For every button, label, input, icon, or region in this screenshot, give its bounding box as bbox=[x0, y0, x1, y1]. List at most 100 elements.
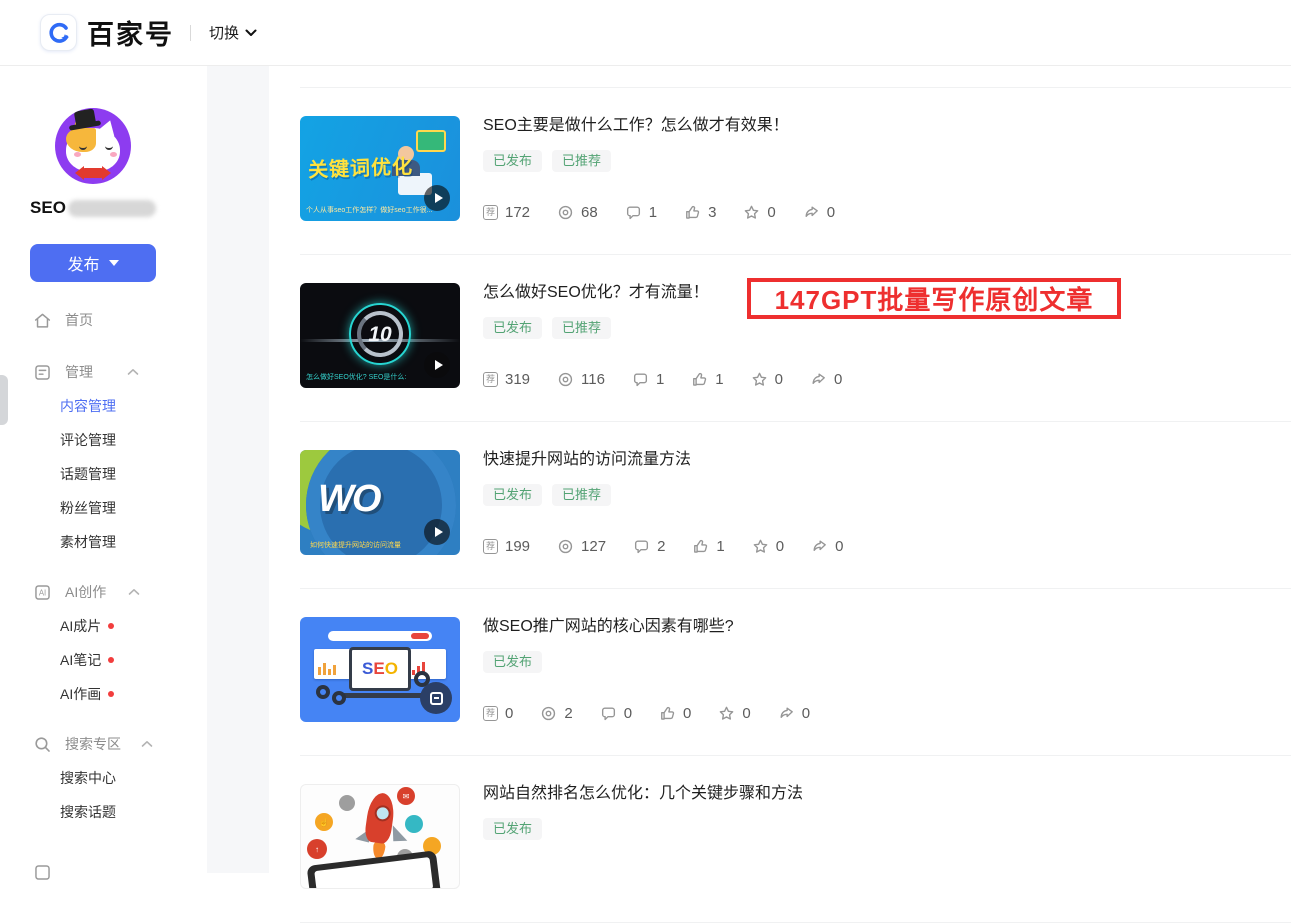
status-badge-published: 已发布 bbox=[483, 818, 542, 840]
menu-section-search: 搜索专区 搜索中心 搜索话题 bbox=[0, 732, 207, 824]
stat-favorites: 0 bbox=[718, 705, 750, 722]
share-icon bbox=[778, 705, 795, 722]
section-label: AI创作 bbox=[65, 582, 106, 602]
article-info: 快速提升网站的访问流量方法 已发布 已推荐 荐 199 127 2 bbox=[483, 450, 1291, 555]
switch-account-button[interactable]: 切换 bbox=[209, 22, 257, 43]
stat-value: 1 bbox=[715, 371, 723, 388]
stat-favorites: 0 bbox=[751, 371, 783, 388]
chevron-up-icon bbox=[141, 740, 153, 748]
avatar-bow-tie bbox=[83, 168, 103, 178]
status-badge-published: 已发布 bbox=[483, 317, 542, 339]
share-icon bbox=[810, 371, 827, 388]
baijiahao-logo-icon bbox=[40, 14, 77, 51]
chevron-up-icon bbox=[127, 368, 139, 376]
sidebar-item-fans-manage[interactable]: 粉丝管理 bbox=[0, 496, 207, 520]
status-badge-published: 已发布 bbox=[483, 651, 542, 673]
stat-shares: 0 bbox=[803, 204, 835, 221]
stat-views: 116 bbox=[557, 371, 605, 388]
stat-value: 116 bbox=[581, 371, 605, 388]
sidebar-item-ai-note[interactable]: AI笔记 bbox=[0, 648, 207, 672]
article-row: ☝ ↑ ✉ 网站自然排名怎么优化：几个关键步骤和方法 已发布 bbox=[300, 756, 1291, 923]
sidebar-item-content-manage[interactable]: 内容管理 bbox=[0, 394, 207, 418]
sidebar-item-topic-manage[interactable]: 话题管理 bbox=[0, 462, 207, 486]
new-badge-dot bbox=[108, 691, 114, 697]
article-thumbnail-video[interactable]: WO 如何快速提升网站的访问流量 bbox=[300, 450, 460, 555]
svg-text:AI: AI bbox=[39, 588, 46, 597]
thumb-rocket bbox=[364, 791, 397, 844]
chevron-up-icon bbox=[128, 588, 140, 596]
star-icon bbox=[752, 538, 769, 555]
eye-icon bbox=[557, 204, 574, 221]
article-thumbnail-video[interactable]: 10 怎么做好SEO优化? SEO是什么: bbox=[300, 283, 460, 388]
publish-button[interactable]: 发布 bbox=[30, 244, 156, 282]
stat-favorites: 0 bbox=[752, 538, 784, 555]
sidebar-item-material-manage[interactable]: 素材管理 bbox=[0, 530, 207, 554]
annotation-red-box: 147GPT批量写作原创文章 bbox=[747, 278, 1121, 319]
comment-icon bbox=[633, 538, 650, 555]
article-title[interactable]: 快速提升网站的访问流量方法 bbox=[483, 450, 1291, 470]
article-title[interactable]: 网站自然排名怎么优化：几个关键步骤和方法 bbox=[483, 784, 1291, 804]
stat-comments: 0 bbox=[600, 705, 632, 722]
thumb-caption: 个人从事seo工作怎样？做好seo工作很... bbox=[306, 205, 432, 215]
stats-row: 荐 199 127 2 1 0 bbox=[483, 538, 1291, 555]
sub-item-label: AI笔记 bbox=[60, 650, 101, 670]
article-thumbnail-video[interactable]: 关键词优化 个人从事seo工作怎样？做好seo工作很... bbox=[300, 116, 460, 221]
sidebar-item-home[interactable]: 首页 bbox=[0, 308, 207, 332]
article-title[interactable]: 做SEO推广网站的核心因素有哪些? bbox=[483, 617, 1291, 637]
section-header-manage[interactable]: 管理 bbox=[0, 360, 207, 384]
stat-value: 2 bbox=[657, 538, 665, 555]
stat-value: 319 bbox=[505, 371, 530, 388]
sidebar-item-ai-video[interactable]: AI成片 bbox=[0, 614, 207, 638]
article-list-panel: 关键词优化 个人从事seo工作怎样？做好seo工作很... SEO主要是做什么工… bbox=[269, 66, 1291, 873]
recommend-icon: 荐 bbox=[483, 205, 498, 220]
section-header-ai[interactable]: AI AI创作 bbox=[0, 580, 207, 604]
sidebar-item-comment-manage[interactable]: 评论管理 bbox=[0, 428, 207, 452]
baijiahao-logo[interactable]: 百家号 bbox=[40, 13, 174, 52]
stat-value: 0 bbox=[767, 204, 775, 221]
avatar-cat-cheek bbox=[110, 152, 117, 157]
sidebar-collapse-handle[interactable] bbox=[0, 375, 8, 425]
thumb-icon-dot: ↑ bbox=[307, 839, 327, 859]
eye-icon bbox=[557, 538, 574, 555]
logo-text: 百家号 bbox=[87, 13, 174, 52]
caret-down-icon bbox=[109, 260, 119, 266]
play-icon bbox=[424, 519, 450, 545]
top-header: 百家号 切换 bbox=[0, 0, 1291, 66]
article-title[interactable]: SEO主要是做什么工作？怎么做才有效果！ bbox=[483, 116, 1291, 136]
thumb-illustration bbox=[416, 130, 446, 152]
stat-comments: 1 bbox=[632, 371, 664, 388]
stat-value: 3 bbox=[708, 204, 716, 221]
thumb-illustration bbox=[314, 649, 352, 679]
gear-icon bbox=[332, 691, 346, 705]
content-gutter bbox=[207, 66, 269, 873]
thumb-icon-dot bbox=[405, 815, 423, 833]
tag-row: 已发布 已推荐 bbox=[483, 317, 1291, 339]
share-icon bbox=[811, 538, 828, 555]
annotation-text: 147GPT批量写作原创文章 bbox=[775, 280, 1094, 317]
thumb-icon-dot: ☝ bbox=[315, 813, 333, 831]
stat-value: 0 bbox=[683, 705, 691, 722]
article-type-badge bbox=[420, 682, 452, 714]
status-badge-recommended: 已推荐 bbox=[552, 484, 611, 506]
stat-likes: 0 bbox=[659, 705, 691, 722]
stat-value: 127 bbox=[581, 538, 606, 555]
sub-item-label: 话题管理 bbox=[60, 464, 116, 484]
stat-value: 0 bbox=[827, 204, 835, 221]
stat-shares: 0 bbox=[778, 705, 810, 722]
stat-value: 68 bbox=[581, 204, 598, 221]
section-header-search[interactable]: 搜索专区 bbox=[0, 732, 207, 756]
stat-shares: 0 bbox=[810, 371, 842, 388]
sidebar-item-search-center[interactable]: 搜索中心 bbox=[0, 766, 207, 790]
status-badge-published: 已发布 bbox=[483, 484, 542, 506]
recommend-icon: 荐 bbox=[483, 706, 498, 721]
stat-value: 0 bbox=[835, 538, 843, 555]
comment-icon bbox=[625, 204, 642, 221]
article-thumbnail[interactable]: ☝ ↑ ✉ bbox=[300, 784, 460, 889]
avatar[interactable] bbox=[55, 108, 131, 184]
recommend-icon: 荐 bbox=[483, 372, 498, 387]
stat-likes: 1 bbox=[692, 538, 724, 555]
sidebar-item-ai-paint[interactable]: AI作画 bbox=[0, 682, 207, 706]
sidebar-item-search-topic[interactable]: 搜索话题 bbox=[0, 800, 207, 824]
article-thumbnail[interactable]: SEO bbox=[300, 617, 460, 722]
sub-item-label: 搜索话题 bbox=[60, 802, 116, 822]
